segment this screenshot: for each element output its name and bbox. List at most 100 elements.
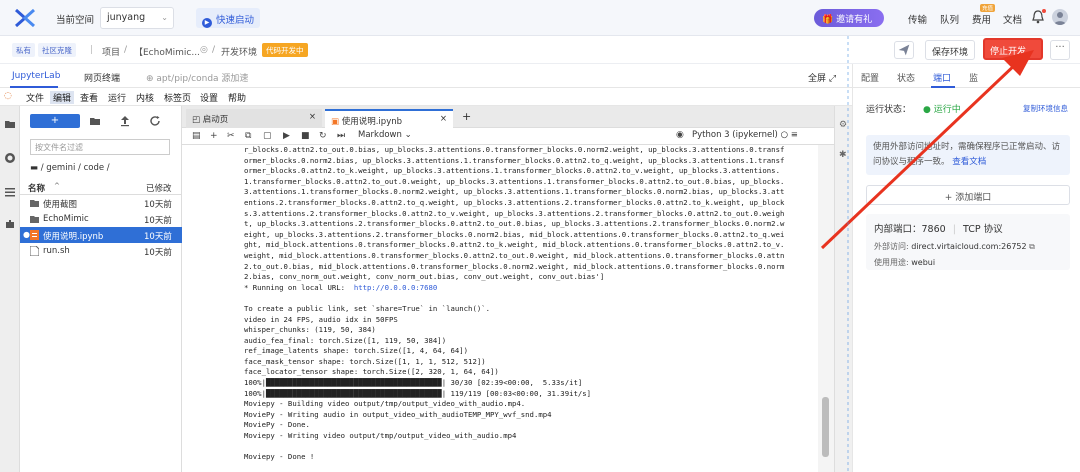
tab-terminal[interactable]: 网页终端 bbox=[84, 71, 120, 84]
fullscreen-label: 全屏 bbox=[808, 74, 827, 84]
stop-dev-button[interactable]: 停止开发 bbox=[983, 38, 1043, 60]
new-tab-button[interactable]: + bbox=[458, 109, 475, 128]
usage-label: 使用用途: bbox=[874, 258, 909, 267]
close-icon[interactable]: × bbox=[309, 112, 316, 122]
new-folder-icon[interactable] bbox=[89, 115, 101, 127]
more-button[interactable]: ··· bbox=[1050, 40, 1070, 60]
file-row[interactable]: EchoMimic 10天前 bbox=[20, 211, 182, 227]
debugger-icon[interactable]: ✱ bbox=[839, 150, 847, 160]
file-name: EchoMimic bbox=[43, 214, 89, 224]
refresh-icon[interactable] bbox=[149, 115, 161, 127]
quickstart-label: 快速启动 bbox=[216, 15, 255, 26]
tab-conda-label: apt/pip/conda 源加速 bbox=[156, 74, 249, 84]
breadcrumb-name[interactable]: 【EchoMimic... bbox=[134, 45, 200, 58]
tab-launcher[interactable]: ◰ 启动页 × bbox=[186, 109, 322, 128]
port-value: 7860 bbox=[921, 224, 946, 235]
dev-status-tag: 代码开发中 bbox=[262, 43, 308, 57]
breadcrumb-path[interactable]: ▬ / gemini / code / bbox=[30, 163, 110, 173]
folder-icon[interactable] bbox=[4, 118, 16, 130]
close-icon[interactable]: × bbox=[440, 114, 447, 124]
file-row[interactable]: 使用截图 10天前 bbox=[20, 195, 182, 211]
port-panel: 配置 状态 端口 监 运行状态： ● 运行中 复制环境信息 使用外部访问地址时，… bbox=[852, 64, 1080, 472]
run-status-value: ● 运行中 bbox=[923, 105, 961, 115]
run-icon[interactable]: ▶ bbox=[283, 131, 290, 141]
column-modified-header[interactable]: 已修改 bbox=[146, 182, 172, 194]
nav-docs[interactable]: 文档 bbox=[1003, 12, 1022, 26]
nav-transfer[interactable]: 传输 bbox=[908, 12, 927, 26]
save-env-button[interactable]: 保存环境 bbox=[925, 40, 975, 60]
new-launcher-button[interactable]: + bbox=[30, 114, 80, 128]
menu-edit[interactable]: 编辑 bbox=[50, 91, 75, 104]
scrollbar-thumb[interactable] bbox=[822, 397, 829, 457]
folder-icon: ▬ bbox=[30, 163, 39, 173]
copy-icon[interactable]: ⧉ bbox=[245, 131, 251, 141]
tab-jupyterlab[interactable]: JupyterLab bbox=[12, 71, 60, 81]
local-url-link[interactable]: http://0.0.0.0:7680 bbox=[354, 283, 437, 292]
tab-status[interactable]: 状态 bbox=[897, 71, 915, 84]
file-filter-input[interactable]: 按文件名过滤 bbox=[30, 139, 170, 155]
extension-icon[interactable] bbox=[4, 218, 16, 230]
running-icon[interactable] bbox=[4, 152, 16, 164]
quickstart-button[interactable]: ▶ 快速启动 bbox=[196, 8, 260, 28]
menu-help[interactable]: 帮助 bbox=[228, 91, 246, 104]
file-row[interactable]: ● 使用说明.ipynb 10天前 bbox=[20, 227, 182, 243]
help-icon: ◎ bbox=[200, 45, 208, 55]
restart-icon[interactable]: ↻ bbox=[319, 131, 327, 141]
cut-icon[interactable]: ✂ bbox=[227, 131, 235, 141]
nav-queue[interactable]: 队列 bbox=[940, 12, 959, 26]
menu-icon[interactable]: ≡ bbox=[791, 130, 798, 140]
external-access-url[interactable]: direct.virtaicloud.com:26752 bbox=[911, 242, 1026, 251]
folder-icon bbox=[30, 200, 39, 207]
stop-icon[interactable]: ■ bbox=[301, 131, 310, 141]
settings-gear-icon[interactable]: ⚙ bbox=[839, 120, 847, 130]
kernel-status-icon: ○ bbox=[780, 130, 788, 140]
file-name: 使用说明.ipynb bbox=[43, 232, 104, 242]
upload-icon[interactable] bbox=[119, 115, 131, 127]
menu-file[interactable]: 文件 bbox=[26, 91, 44, 104]
toc-icon[interactable] bbox=[4, 186, 16, 198]
invite-button[interactable]: 🎁 邀请有礼 bbox=[814, 9, 884, 27]
menu-view[interactable]: 查看 bbox=[80, 91, 98, 104]
notebook-icon: ▣ bbox=[331, 117, 340, 127]
paste-icon[interactable]: ▢ bbox=[263, 131, 272, 141]
tab-config[interactable]: 配置 bbox=[861, 71, 879, 84]
fullscreen-button[interactable]: 全屏 ⤢ bbox=[808, 71, 836, 84]
file-icon bbox=[30, 246, 39, 256]
menu-kernel[interactable]: 内核 bbox=[136, 91, 154, 104]
send-button[interactable] bbox=[894, 41, 914, 59]
sort-up-icon: ^ bbox=[54, 182, 60, 190]
tab-notebook[interactable]: ▣ 使用说明.ipynb × bbox=[325, 109, 453, 128]
tab-conda-accel[interactable]: ⊕ apt/pip/conda 源加速 bbox=[146, 71, 248, 84]
avatar[interactable] bbox=[1052, 9, 1068, 25]
menu-settings[interactable]: 设置 bbox=[200, 91, 218, 104]
cell-type-select[interactable]: Markdown ⌄ bbox=[358, 130, 412, 140]
tab-port[interactable]: 端口 bbox=[933, 71, 951, 84]
tab-monitor[interactable]: 监 bbox=[969, 71, 978, 84]
play-icon: ▶ bbox=[202, 18, 212, 28]
fast-forward-icon[interactable]: ⏭ bbox=[337, 131, 345, 141]
output-text: r_blocks.0.attn2.to_out.0.bias, up_block… bbox=[244, 145, 784, 463]
menu-run[interactable]: 运行 bbox=[108, 91, 126, 104]
copy-env-info-link[interactable]: 复制环境信息 bbox=[1023, 103, 1068, 114]
add-cell-icon[interactable]: + bbox=[210, 131, 218, 141]
breadcrumb-project[interactable]: 项目 bbox=[102, 45, 120, 58]
save-icon[interactable]: ▤ bbox=[192, 131, 201, 141]
kernel-indicator[interactable]: Python 3 (ipykernel) ○ ≡ bbox=[692, 130, 798, 140]
column-name-header[interactable]: 名称 bbox=[28, 182, 45, 194]
panel-tabs: 配置 状态 端口 监 bbox=[853, 64, 1080, 88]
nav-fee[interactable]: 费用 bbox=[972, 12, 991, 26]
add-port-button[interactable]: + 添加端口 bbox=[866, 185, 1070, 205]
view-docs-link[interactable]: 查看文档 bbox=[952, 157, 986, 167]
file-row[interactable]: run.sh 10天前 bbox=[20, 243, 182, 259]
space-select[interactable]: junyang ⌄ bbox=[100, 7, 174, 29]
send-icon bbox=[898, 44, 910, 56]
menu-tabs[interactable]: 标签页 bbox=[164, 91, 191, 104]
path-text: / gemini / code / bbox=[40, 163, 110, 173]
app-logo-icon[interactable] bbox=[14, 8, 36, 28]
kernel-name: Python 3 (ipykernel) bbox=[692, 130, 778, 140]
output-scrollbar[interactable] bbox=[818, 145, 834, 472]
github-icon[interactable]: ◉ bbox=[676, 130, 684, 140]
running-dot-icon: ● bbox=[23, 230, 30, 239]
breadcrumb: 私有 社区克隆 | 项目 / 【EchoMimic... ◎ / 开发环境 代码… bbox=[0, 36, 1080, 64]
copy-icon[interactable]: ⧉ bbox=[1029, 242, 1035, 251]
